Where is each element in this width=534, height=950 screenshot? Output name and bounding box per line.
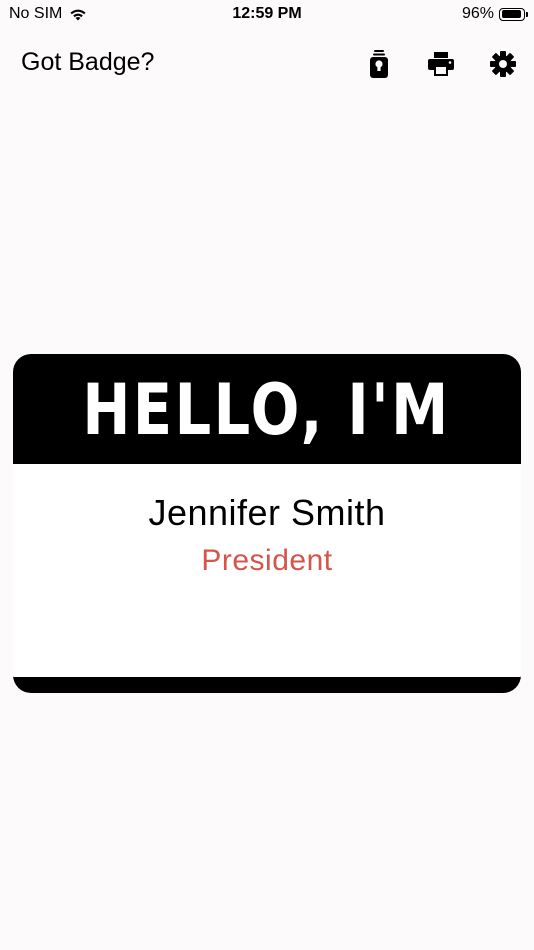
badge-body: Jennifer Smith President (13, 464, 521, 677)
badge-header: HELLO, I'M (13, 354, 521, 464)
battery-group: 96% (461, 5, 528, 23)
printer-icon (428, 52, 454, 76)
print-button[interactable] (424, 48, 458, 80)
badge-holder-button[interactable] (362, 48, 396, 80)
battery-icon (499, 7, 528, 21)
badge-name: Jennifer Smith (148, 492, 386, 533)
badge-icon (370, 50, 388, 78)
nav-bar: Got Badge? (0, 34, 534, 92)
battery-percent: 96% (461, 5, 494, 22)
badge-role: President (201, 544, 333, 577)
status-bar: No SIM 12:59 PM 96% (0, 0, 534, 30)
badge-header-text: HELLO, I'M (82, 369, 452, 451)
status-time: 12:59 PM (232, 5, 302, 22)
gear-icon (490, 51, 516, 77)
battery-fill (501, 10, 521, 18)
app-title: Got Badge? (21, 48, 155, 76)
name-badge: HELLO, I'M Jennifer Smith President (13, 354, 521, 693)
settings-button[interactable] (486, 48, 520, 80)
battery-tip (526, 11, 528, 17)
